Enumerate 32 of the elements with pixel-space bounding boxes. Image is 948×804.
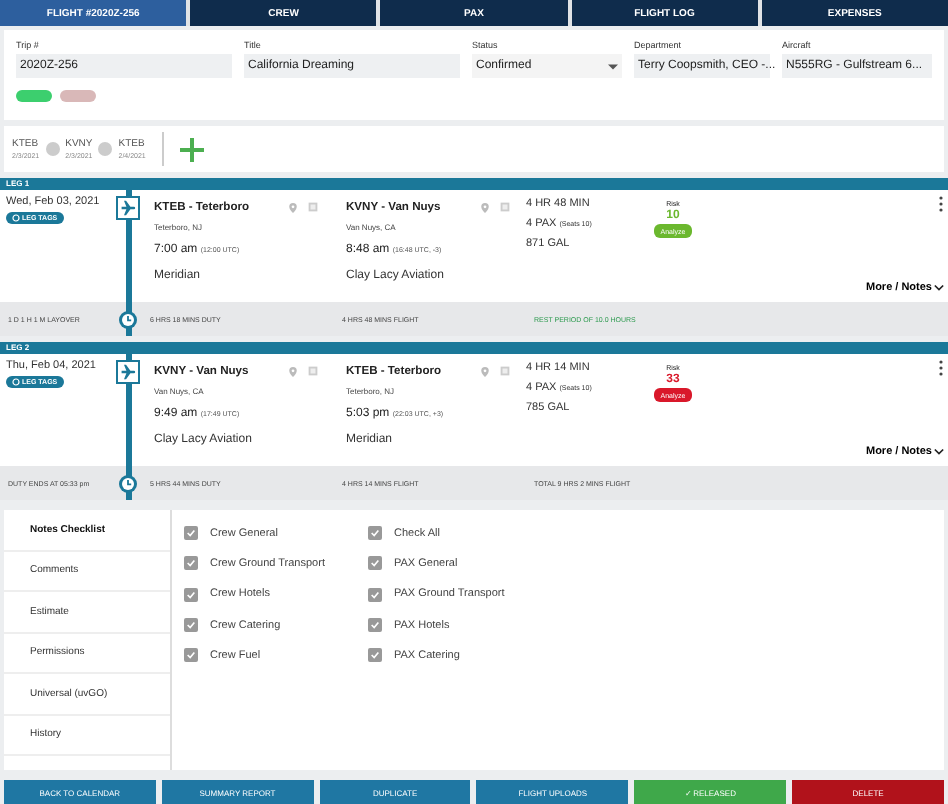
calendar-icon[interactable] [308, 366, 318, 376]
pin-icon[interactable] [288, 202, 298, 214]
checkbox[interactable] [368, 556, 382, 571]
chevron-down-icon [934, 448, 944, 456]
caret-icon [608, 63, 618, 69]
kebab-menu-icon[interactable] [938, 360, 944, 376]
chevron-down-icon [934, 284, 944, 292]
stop-marker [98, 142, 113, 156]
calendar-icon[interactable] [500, 366, 510, 376]
checkbox[interactable] [184, 587, 198, 602]
checkbox[interactable] [368, 526, 382, 541]
calendar-icon[interactable] [500, 202, 510, 212]
tag-chip[interactable] [60, 90, 96, 102]
pin-icon[interactable] [480, 202, 490, 214]
plane-icon [116, 196, 140, 220]
clock-icon [118, 309, 138, 329]
stop-marker [45, 142, 60, 156]
clock-icon [118, 473, 138, 493]
checkbox[interactable] [184, 648, 198, 663]
calendar-icon[interactable] [308, 202, 318, 212]
add-icon[interactable] [179, 137, 204, 161]
checkbox[interactable] [184, 556, 198, 571]
checkbox[interactable] [368, 587, 382, 602]
kebab-menu-icon[interactable] [938, 196, 944, 212]
plane-icon [116, 360, 140, 384]
checkbox[interactable] [368, 618, 382, 633]
pin-icon[interactable] [288, 366, 298, 378]
checkbox[interactable] [184, 526, 198, 541]
tag-chip[interactable] [16, 90, 52, 102]
checkbox[interactable] [184, 618, 198, 633]
pin-icon[interactable] [480, 366, 490, 378]
checkbox[interactable] [368, 648, 382, 663]
